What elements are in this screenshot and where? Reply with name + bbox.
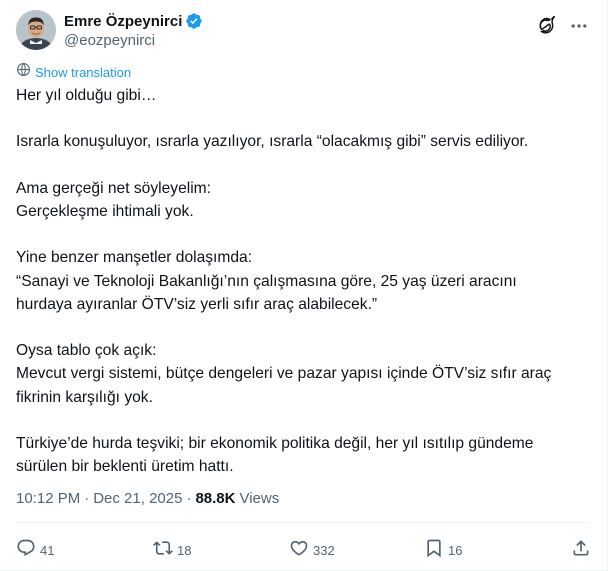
tweet-time[interactable]: 10:12 PM: [16, 490, 80, 507]
share-icon: [571, 538, 591, 563]
repost-count: 18: [177, 542, 192, 558]
tweet-text-line: Her yıl olduğu gibi…: [16, 87, 157, 104]
bookmark-count: 16: [448, 542, 463, 558]
share-button[interactable]: [571, 538, 591, 562]
globe-icon: [16, 62, 31, 82]
reply-icon: [16, 538, 36, 563]
reply-count: 41: [40, 542, 55, 558]
like-count: 332: [313, 542, 335, 558]
tweet-meta: 10:12 PM · Dec 21, 2025 · 88.8K Views: [16, 490, 279, 507]
repost-icon: [153, 538, 173, 563]
bookmark-icon: [424, 538, 444, 563]
tweet-text-line: Gerçekleşme ihtimali yok.: [16, 202, 194, 220]
display-name[interactable]: Emre Özpeynirci: [64, 13, 182, 30]
tweet-text-line: Türkiye’de hurda teşviki; bir ekonomik p…: [16, 434, 534, 452]
action-bar: 41 18 332 16: [16, 538, 591, 562]
tweet: Emre Özpeynirci @eozpeynirci Show transl…: [0, 0, 608, 571]
tweet-text-line: “Sanayi ve Teknoloji Bakanlığı’nın çalış…: [16, 272, 517, 290]
reply-button[interactable]: 41: [16, 538, 54, 562]
tweet-text-line: Yine benzer manşetler dolaşımda:: [16, 249, 253, 267]
tweet-header: Emre Özpeynirci @eozpeynirci: [16, 8, 591, 52]
tweet-text-line: Mevcut vergi sistemi, bütçe dengeleri ve…: [16, 365, 552, 383]
grok-icon[interactable]: [533, 14, 557, 38]
tweet-text-line: Israrla konuşuluyor, ısrarla yazılıyor, …: [16, 133, 529, 151]
author-handle[interactable]: @eozpeynirci: [64, 32, 203, 49]
avatar[interactable]: [16, 10, 56, 50]
show-translation-link[interactable]: Show translation: [16, 62, 131, 82]
views-label: Views: [239, 490, 280, 507]
author-names: Emre Özpeynirci @eozpeynirci: [64, 11, 203, 49]
tweet-text-line: Ama gerçeği net söyleyelim:: [16, 179, 212, 197]
tweet-text-line: Oysa tablo çok açık:: [16, 342, 157, 360]
show-translation-label[interactable]: Show translation: [35, 65, 131, 80]
bookmark-button[interactable]: 16: [424, 538, 462, 562]
views-count: 88.8K: [195, 490, 236, 507]
verified-badge-icon: [185, 12, 203, 30]
tweet-date[interactable]: Dec 21, 2025: [93, 490, 182, 507]
meta-separator: ·: [84, 490, 90, 507]
repost-button[interactable]: 18: [153, 538, 191, 562]
tweet-body: Her yıl olduğu gibi… Israrla konuşuluyor,…: [16, 84, 592, 478]
tweet-text-line: fikrinin karşılığı yok.: [16, 388, 153, 406]
meta-separator: ·: [186, 490, 192, 507]
divider: [16, 522, 591, 523]
heart-icon: [289, 538, 309, 563]
more-icon[interactable]: [567, 14, 591, 38]
like-button[interactable]: 332: [289, 538, 335, 562]
tweet-text-line: sürülen bir beklenti üretim hattı.: [16, 458, 234, 476]
tweet-text-line: hurdaya ayıranlar ÖTV’siz yerli sıfır ar…: [16, 295, 378, 313]
